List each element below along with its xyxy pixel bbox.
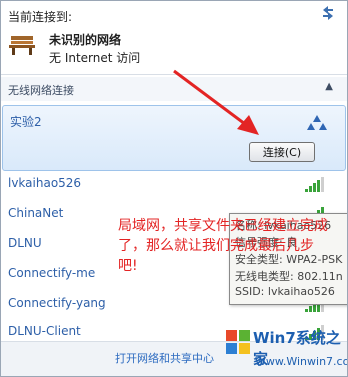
current-connection-title: 当前连接到: bbox=[8, 10, 73, 24]
selected-network-item[interactable]: 实验2 连接(C) bbox=[2, 105, 346, 171]
watermark-url: Www.Winwin7.com bbox=[255, 355, 347, 368]
secured-network-icon bbox=[307, 114, 327, 132]
chevron-up-icon[interactable]: ▲ bbox=[325, 81, 333, 92]
network-list-name: Connectify-yang bbox=[8, 296, 106, 310]
divider bbox=[1, 74, 347, 75]
network-list-name: DLNU bbox=[8, 236, 42, 250]
refresh-arrows-icon[interactable] bbox=[319, 5, 337, 21]
wireless-section-header[interactable]: 无线网络连接 ▲ bbox=[1, 77, 347, 101]
bench-icon bbox=[9, 34, 35, 56]
watermark-logo: Win7系统之家 Www.Winwin7.com bbox=[225, 325, 347, 376]
network-name: 未识别的网络 bbox=[49, 33, 122, 47]
selected-network-name: 实验2 bbox=[10, 115, 42, 129]
network-list-name: Connectify-me bbox=[8, 266, 96, 280]
network-popup: 当前连接到: 未识别的网络 无 Internet 访问 无线网络连接 ▲ 实验2 bbox=[0, 0, 348, 377]
network-list-name: DLNU-Client bbox=[8, 324, 81, 338]
network-list-item[interactable]: lvkaihao526 bbox=[1, 173, 347, 197]
connect-button[interactable]: 连接(C) bbox=[249, 142, 315, 162]
network-status: 无 Internet 访问 bbox=[49, 51, 141, 65]
tooltip-ssid: SSID: lvkaihao526 bbox=[235, 285, 335, 298]
network-list-name: lvkaihao526 bbox=[8, 176, 82, 190]
annotation-text: 局域网，共享文件夹已经建立完成了，那么就让我们完成最后几步吧! bbox=[118, 218, 328, 274]
network-list-name: ChinaNet bbox=[8, 206, 64, 220]
network-sharing-center-link[interactable]: 打开网络和共享中心 bbox=[115, 350, 214, 366]
signal-strength-icon bbox=[305, 176, 327, 192]
wireless-section-label: 无线网络连接 bbox=[8, 84, 74, 97]
